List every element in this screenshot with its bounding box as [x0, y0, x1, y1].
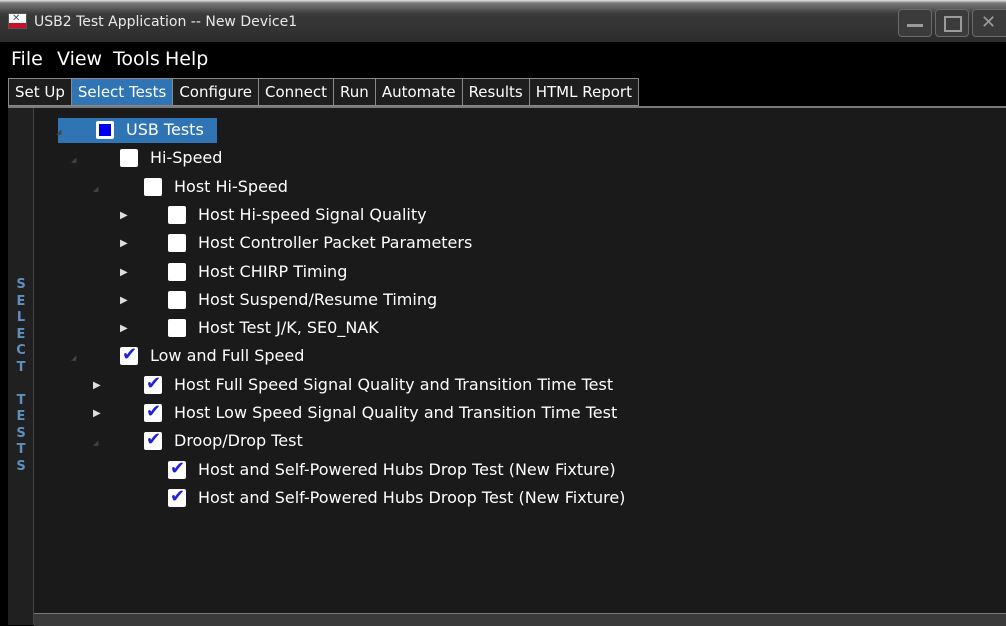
- checkmark-icon: ✔: [122, 344, 138, 366]
- test-checkbox[interactable]: ✔: [144, 372, 162, 394]
- checkmark-icon: ✔: [146, 429, 162, 451]
- expanded-arrow-icon[interactable]: ◢: [56, 128, 61, 136]
- menu-tools[interactable]: Tools: [113, 48, 160, 70]
- tab-html-report[interactable]: HTML Report: [528, 78, 639, 106]
- tree-row-label: Host and Self-Powered Hubs Drop Test (Ne…: [198, 459, 616, 479]
- horizontal-scrollbar[interactable]: [34, 613, 1006, 626]
- test-checkbox[interactable]: [168, 290, 186, 309]
- test-checkbox[interactable]: [168, 262, 186, 281]
- collapsed-arrow-icon[interactable]: ▶: [120, 210, 128, 221]
- checkmark-icon: ✔: [146, 372, 162, 394]
- collapsed-arrow-icon[interactable]: ▶: [93, 380, 101, 391]
- tree-row[interactable]: ✔ Host and Self-Powered Hubs Drop Test (N…: [8, 458, 978, 484]
- tree-row[interactable]: ▶ Host CHIRP Timing: [8, 260, 978, 286]
- collapsed-arrow-icon[interactable]: ▶: [120, 323, 128, 334]
- test-checkbox[interactable]: [168, 205, 186, 224]
- tree-row-label: Droop/Drop Test: [174, 431, 303, 451]
- test-checkbox[interactable]: ✔: [168, 485, 186, 507]
- tree-row[interactable]: ▶ Host Test J/K, SE0_NAK: [8, 316, 978, 342]
- collapsed-arrow-icon[interactable]: ▶: [93, 408, 101, 419]
- minimize-button[interactable]: [898, 9, 932, 37]
- test-checkbox[interactable]: [168, 234, 186, 253]
- test-checkbox[interactable]: ✔: [144, 401, 162, 422]
- tree-row[interactable]: ◢ Hi-Speed: [8, 146, 978, 172]
- title-bar: ✕ USB2 Test Application -- New Device1 ✕: [0, 0, 1006, 42]
- collapsed-arrow-icon[interactable]: ▶: [120, 267, 128, 278]
- tree-row-label: Host Hi-speed Signal Quality: [198, 204, 427, 224]
- test-checkbox[interactable]: [168, 319, 186, 338]
- tab-set-up[interactable]: Set Up: [8, 78, 71, 106]
- tree-row[interactable]: ◢ USB Tests: [8, 118, 978, 144]
- expanded-arrow-icon[interactable]: ◢: [71, 354, 76, 362]
- tab-select-tests[interactable]: Select Tests: [70, 78, 173, 106]
- tree-row-label: Host Controller Packet Parameters: [198, 233, 473, 253]
- menu-file[interactable]: File: [11, 48, 43, 70]
- tree-row-label: Host and Self-Powered Hubs Droop Test (N…: [198, 487, 626, 507]
- maximize-button[interactable]: [935, 9, 969, 37]
- test-checkbox[interactable]: ✔: [168, 457, 186, 479]
- tab-configure[interactable]: Configure: [172, 78, 259, 106]
- tree-row-label: Host Low Speed Signal Quality and Transi…: [174, 403, 618, 422]
- collapsed-arrow-icon[interactable]: ▶: [120, 295, 128, 306]
- tree-row[interactable]: ✔ Host and Self-Powered Hubs Droop Test (…: [8, 486, 978, 512]
- tree-row[interactable]: ◢ Host Hi-Speed: [8, 175, 978, 201]
- checkmark-icon: ✔: [146, 401, 162, 422]
- tab-run[interactable]: Run: [333, 78, 375, 106]
- close-icon: ✕: [981, 12, 997, 33]
- expanded-arrow-icon[interactable]: ◢: [93, 185, 98, 193]
- test-checkbox[interactable]: [96, 121, 114, 139]
- tab-automate[interactable]: Automate: [374, 78, 462, 106]
- checkmark-icon: ✔: [170, 485, 186, 507]
- menu-help[interactable]: Help: [165, 48, 208, 70]
- menu-view[interactable]: View: [57, 48, 102, 70]
- tree-row[interactable]: ▶ ✔ Host Low Speed Signal Quality and Tran…: [8, 401, 978, 427]
- tree-row-label: Host CHIRP Timing: [198, 261, 348, 281]
- tab-results[interactable]: Results: [461, 78, 529, 106]
- tree-row[interactable]: ◢ ✔ Low and Full Speed: [8, 344, 978, 370]
- tree-row-label: Hi-Speed: [150, 148, 223, 168]
- expanded-arrow-icon[interactable]: ◢: [71, 156, 76, 164]
- tree-row[interactable]: ▶ Host Hi-speed Signal Quality: [8, 203, 978, 229]
- app-logo-icon[interactable]: ✕: [8, 13, 27, 29]
- tree-row[interactable]: ▶ Host Controller Packet Parameters: [8, 231, 978, 257]
- test-tree-panel: S E L E C T T E S T S ◢ USB Tests ◢ Hi-Spee…: [8, 106, 1006, 626]
- tree-row-label: USB Tests: [126, 120, 204, 139]
- test-checkbox[interactable]: [144, 177, 162, 196]
- collapsed-arrow-icon[interactable]: ▶: [120, 238, 128, 249]
- tree-row[interactable]: ▶ ✔ Host Full Speed Signal Quality and Tra…: [8, 373, 978, 399]
- maximize-icon: [944, 16, 962, 32]
- expanded-arrow-icon[interactable]: ◢: [93, 439, 98, 447]
- window-title: USB2 Test Application -- New Device1: [34, 14, 298, 30]
- tree-row[interactable]: ▶ Host Suspend/Resume Timing: [8, 288, 978, 314]
- menu-bar: File View Tools Help: [0, 42, 1006, 78]
- tab-bar: Set Up Select Tests Configure Connect Run Aut…: [0, 78, 1006, 106]
- checkmark-icon: ✔: [170, 457, 186, 479]
- tree-row-label: Host Full Speed Signal Quality and Trans…: [174, 374, 614, 394]
- tree-row-label: Host Hi-Speed: [174, 176, 288, 196]
- tree-row-label: Low and Full Speed: [150, 346, 305, 366]
- test-checkbox[interactable]: ✔: [144, 429, 162, 451]
- test-checkbox[interactable]: ✔: [120, 344, 138, 366]
- close-button[interactable]: ✕: [972, 9, 1006, 37]
- tree-row-label: Host Suspend/Resume Timing: [198, 289, 438, 309]
- tree-row-label: Host Test J/K, SE0_NAK: [198, 318, 379, 338]
- minimize-icon: [907, 24, 923, 27]
- tab-connect[interactable]: Connect: [258, 78, 334, 106]
- tree-row[interactable]: ◢ ✔ Droop/Drop Test: [8, 429, 978, 455]
- test-checkbox[interactable]: [120, 149, 138, 168]
